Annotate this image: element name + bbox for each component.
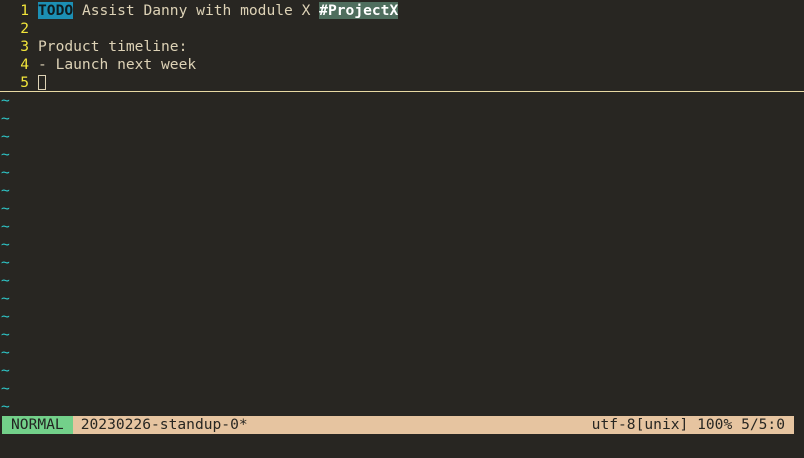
status-line: NORMAL 20230226-standup-0* utf-8[unix] 100… xyxy=(2,416,794,434)
empty-line-tilde: ~ xyxy=(1,200,10,217)
empty-line-tilde: ~ xyxy=(1,164,10,181)
empty-line-tilde: ~ xyxy=(1,182,10,199)
line-text: Assist Danny with module X xyxy=(73,2,320,19)
buffer-line-2[interactable]: 2 xyxy=(0,20,804,38)
project-tag: #ProjectX xyxy=(319,2,399,19)
empty-line-tilde: ~ xyxy=(1,272,10,289)
scroll-percent: 100% xyxy=(697,416,733,433)
line-number: 1 xyxy=(20,2,29,19)
empty-line-tilde: ~ xyxy=(1,362,10,379)
buffer-line-1[interactable]: 1 TODO Assist Danny with module X #Projec… xyxy=(0,2,804,20)
empty-line-tilde: ~ xyxy=(1,218,10,235)
buffer-line-4[interactable]: 4 - Launch next week xyxy=(0,56,804,74)
buffer-line-3[interactable]: 3 Product timeline: xyxy=(0,38,804,56)
file-encoding: utf-8[unix] xyxy=(591,416,689,433)
line-number: 5 xyxy=(20,74,29,91)
empty-line-tilde: ~ xyxy=(1,92,10,109)
empty-line-tilde: ~ xyxy=(1,344,10,361)
mode-indicator: NORMAL xyxy=(2,416,73,434)
status-right: utf-8[unix] 100% 5/5:0 xyxy=(592,416,785,434)
todo-keyword: TODO xyxy=(38,2,74,19)
file-name: 20230226-standup-0* xyxy=(80,416,248,433)
text-cursor xyxy=(38,75,46,90)
empty-line-tilde: ~ xyxy=(1,380,10,397)
empty-line-tilde: ~ xyxy=(1,308,10,325)
line-number: 2 xyxy=(20,20,29,37)
cursor-position: 5/5:0 xyxy=(741,416,785,433)
line-text: - Launch next week xyxy=(38,56,197,73)
empty-line-tilde: ~ xyxy=(1,236,10,253)
buffer-line-5-current[interactable]: 5 xyxy=(0,74,804,92)
empty-line-markers: ~ ~ ~ ~ ~ ~ ~ ~ ~ ~ ~ ~ ~ ~ ~ ~ ~ ~ xyxy=(0,92,804,416)
empty-line-tilde: ~ xyxy=(1,146,10,163)
editor-buffer[interactable]: 1 TODO Assist Danny with module X #Projec… xyxy=(0,2,804,416)
empty-line-tilde: ~ xyxy=(1,398,10,415)
empty-line-tilde: ~ xyxy=(1,254,10,271)
empty-line-tilde: ~ xyxy=(1,128,10,145)
empty-line-tilde: ~ xyxy=(1,290,10,307)
empty-line-tilde: ~ xyxy=(1,110,10,127)
line-number: 4 xyxy=(20,56,29,73)
command-line[interactable] xyxy=(0,434,804,458)
line-text: Product timeline: xyxy=(38,38,188,55)
line-number: 3 xyxy=(20,38,29,55)
empty-line-tilde: ~ xyxy=(1,326,10,343)
